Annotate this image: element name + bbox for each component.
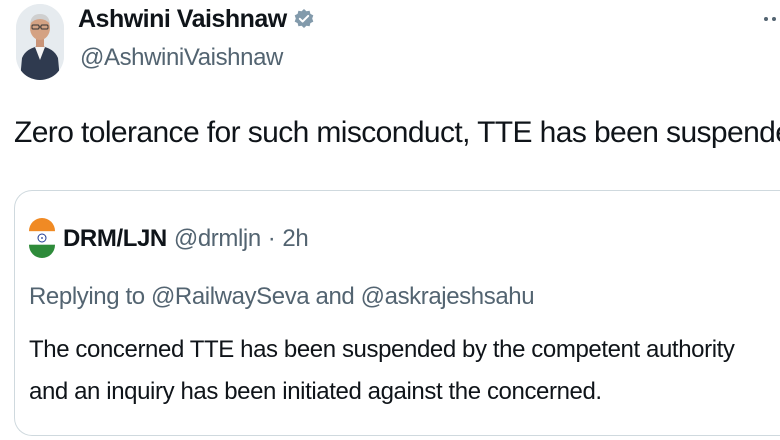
replying-to-label: Replying to xyxy=(29,283,145,310)
quoted-author-avatar[interactable] xyxy=(29,218,55,258)
quoted-display-name[interactable]: DRM/LJN xyxy=(63,225,167,253)
tweet-card[interactable]: Ashwini Vaishnaw @AshwiniVaishnaw Zero t… xyxy=(0,0,780,440)
reply-mention-askrajeshsahu[interactable]: @askrajeshsahu xyxy=(361,283,535,310)
more-options-icon[interactable] xyxy=(762,14,780,24)
replying-to-line: Replying to @RailwaySeva and @askrajeshs… xyxy=(29,283,535,311)
tweet-text: Zero tolerance for such misconduct, TTE … xyxy=(14,116,780,149)
author-name-row: Ashwini Vaishnaw xyxy=(78,4,315,34)
indian-flag-icon xyxy=(29,218,55,258)
verified-badge-icon xyxy=(293,8,315,30)
quoted-timestamp[interactable]: 2h xyxy=(282,225,308,253)
quoted-tweet-card[interactable]: DRM/LJN @drmljn · 2h Replying to @Railwa… xyxy=(14,190,780,436)
quoted-handle[interactable]: @drmljn xyxy=(174,225,261,253)
reply-mention-railwayseva[interactable]: @RailwaySeva xyxy=(151,283,310,310)
quoted-separator: · xyxy=(267,225,276,252)
author-handle[interactable]: @AshwiniVaishnaw xyxy=(80,44,283,72)
quoted-tweet-text: The concerned TTE has been suspended by … xyxy=(29,336,735,405)
quoted-header: DRM/LJN @drmljn · 2h xyxy=(63,225,309,253)
person-portrait-icon xyxy=(16,4,64,80)
author-avatar[interactable] xyxy=(16,4,64,80)
author-display-name[interactable]: Ashwini Vaishnaw xyxy=(78,5,287,34)
reply-conjunction: and xyxy=(315,283,355,310)
